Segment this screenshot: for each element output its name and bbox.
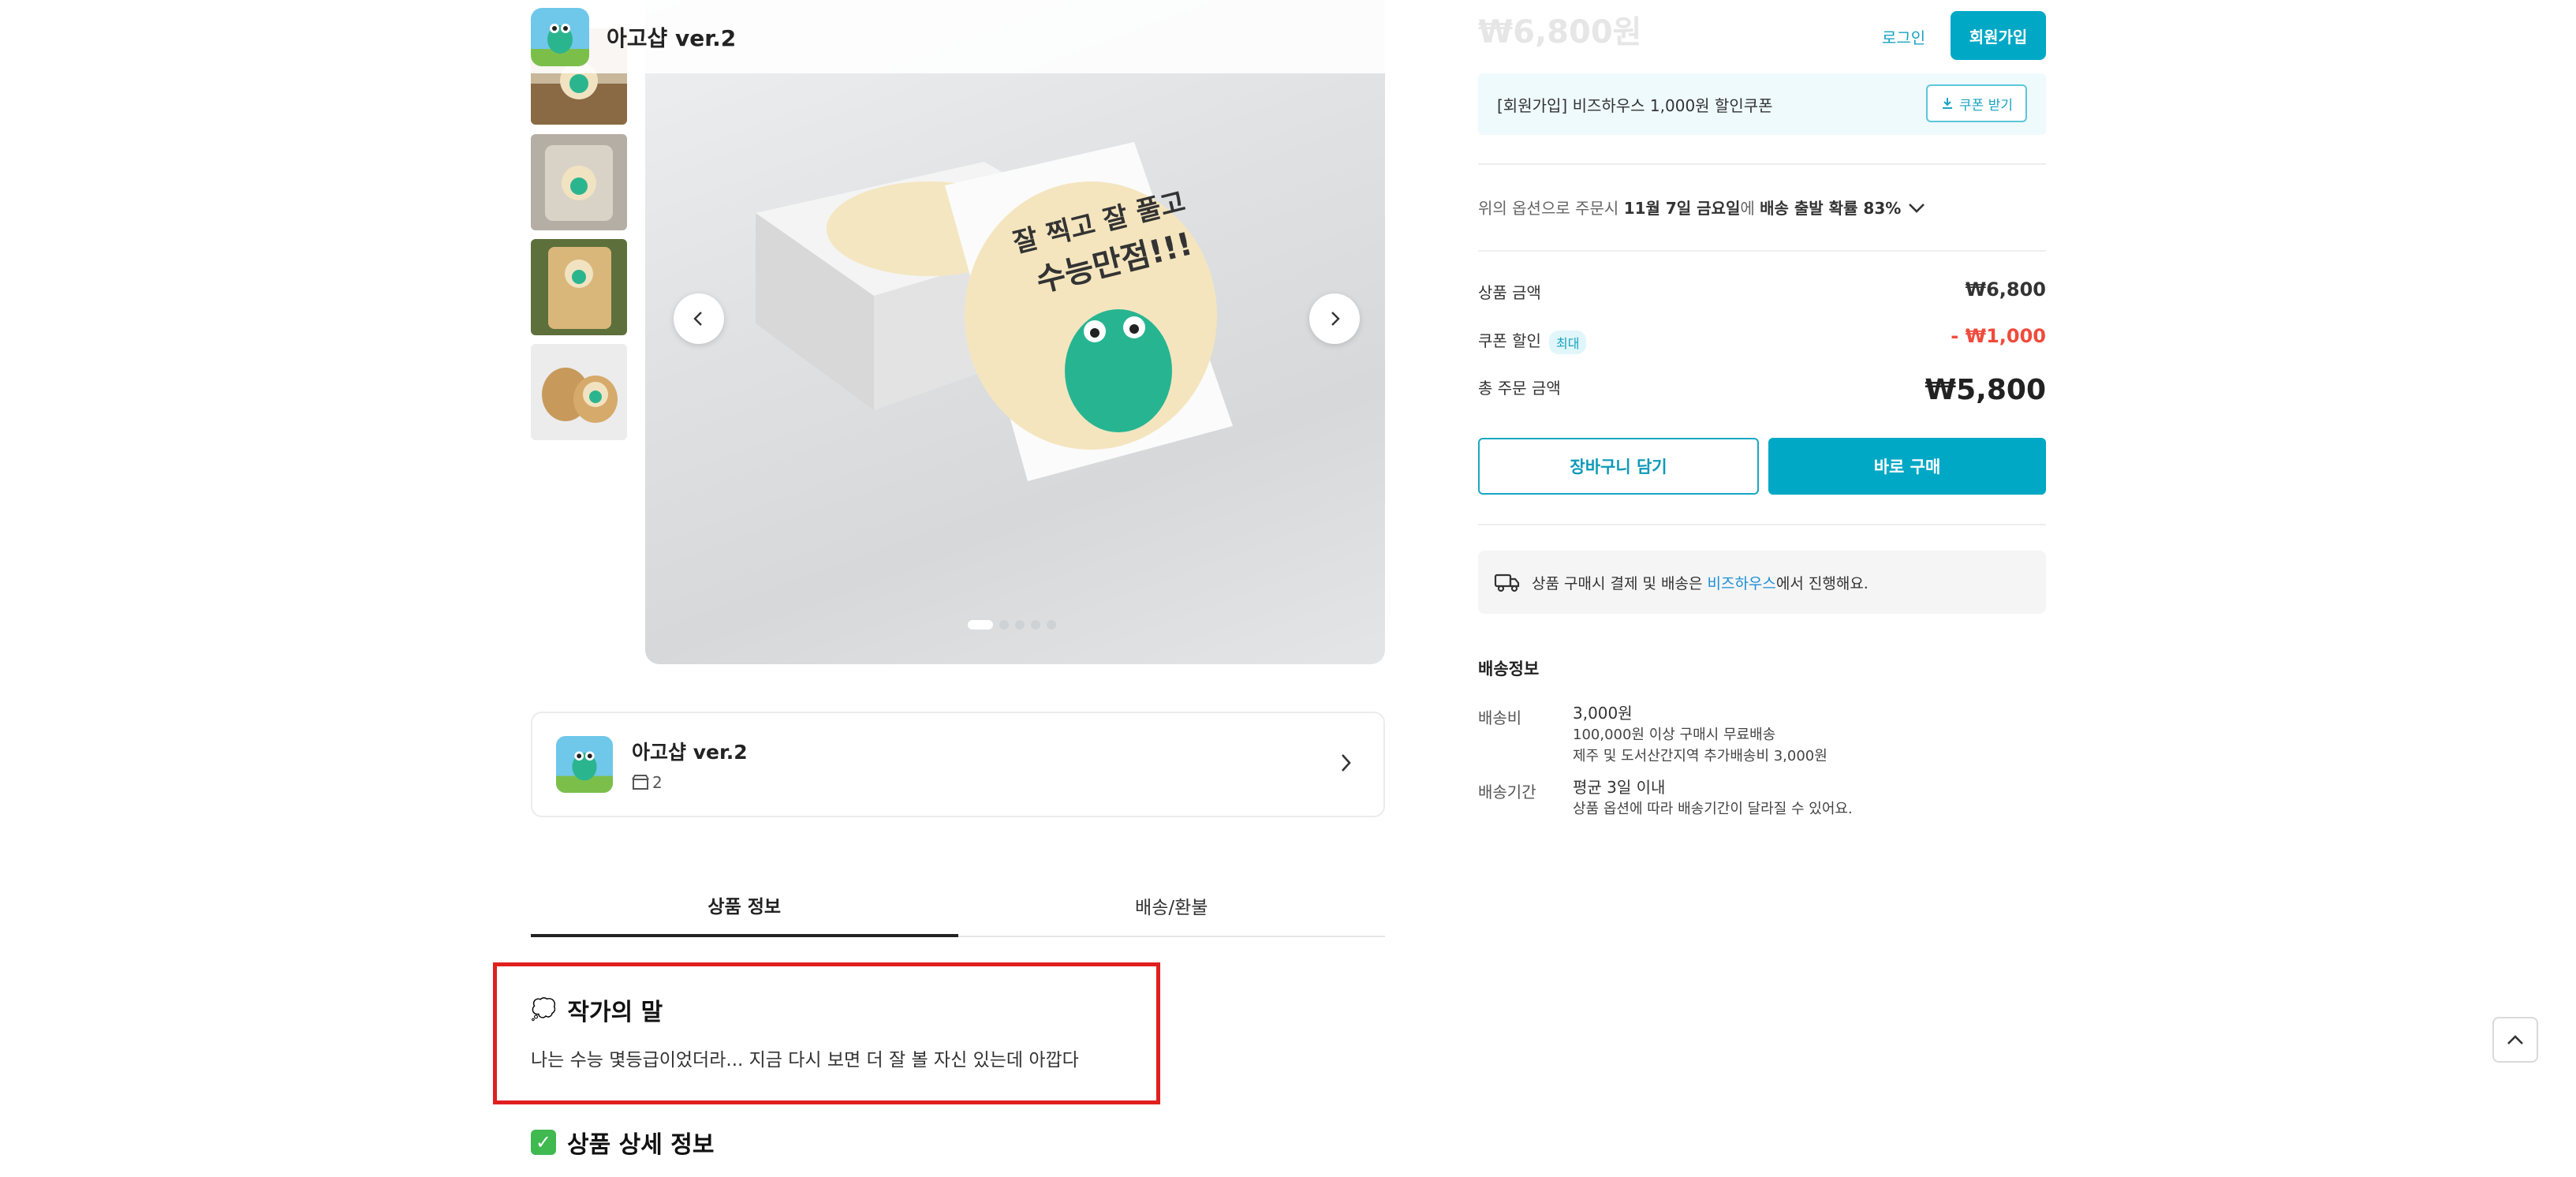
shipping-period-value: 평균 3일 이내 — [1573, 778, 1666, 797]
ship-estimate-prefix: 위의 옵션으로 주문시 — [1478, 199, 1624, 218]
shipping-fee-block: 3,000원 100,000원 이상 구매시 무료배송 제주 및 도서산간지역 … — [1573, 703, 1827, 767]
shop-card-product-count: 2 — [652, 773, 663, 792]
divider — [1478, 250, 2046, 252]
thumbnail-4[interactable] — [531, 344, 627, 440]
shipping-period-label: 배송기간 — [1478, 783, 1536, 801]
shipping-fee-note-1: 100,000원 이상 구매시 무료배송 — [1573, 727, 1776, 743]
tab-shipping-refund[interactable]: 배송/환불 — [958, 876, 1386, 936]
bizhouse-link[interactable]: 비즈하우스 — [1707, 575, 1775, 592]
thumbnail-3[interactable] — [531, 239, 627, 335]
pay-notice-prefix: 상품 구매시 결제 및 배송은 — [1532, 574, 1708, 592]
store-icon — [632, 775, 649, 790]
payment-notice: 상품 구매시 결제 및 배송은 비즈하우스에서 진행해요. — [1478, 551, 2046, 614]
pay-notice-suffix: 에서 진행해요. — [1775, 574, 1869, 592]
product-amount-label: 상품 금액 — [1478, 283, 1541, 302]
total-value: ₩5,800 — [1925, 374, 2046, 406]
shipping-fee-label: 배송비 — [1478, 708, 1522, 727]
highlight-box — [493, 962, 1160, 1104]
max-badge: 최대 — [1548, 330, 1587, 354]
shop-logo-icon[interactable] — [531, 7, 589, 66]
check-icon: ✓ — [531, 1130, 556, 1155]
artist-note-heading: 💭 작가의 말 — [531, 992, 663, 1027]
truck-icon — [1494, 574, 1520, 592]
shipping-fee-note-2: 제주 및 도서산간지역 추가배송비 3,000원 — [1573, 748, 1827, 764]
header-shop-name[interactable]: 아고샵 ver.2 — [607, 21, 736, 53]
chevron-right-icon — [1342, 754, 1351, 772]
shop-card-name: 아고샵 ver.2 — [632, 741, 748, 764]
total-label: 총 주문 금액 — [1478, 379, 1561, 398]
carousel-dot-5[interactable] — [1047, 620, 1056, 630]
thumbnail-2[interactable] — [531, 134, 627, 230]
coupon-discount-value: - ₩1,000 — [1951, 325, 2046, 347]
product-tabs: 상품 정보 배송/환불 — [531, 876, 1385, 937]
carousel-dot-2[interactable] — [999, 620, 1009, 630]
coupon-text: [회원가입] 비즈하우스 1,000원 할인쿠폰 — [1497, 95, 1773, 115]
product-amount-value: ₩6,800 — [1965, 278, 2046, 301]
carousel-prev-button[interactable] — [674, 293, 724, 344]
coupon-button-label: 쿠폰 받기 — [1959, 97, 2013, 114]
scroll-top-button[interactable] — [2492, 1017, 2538, 1063]
tab-product-info[interactable]: 상품 정보 — [531, 876, 958, 937]
chevron-right-icon — [1331, 312, 1340, 326]
scroll-top-icon — [2507, 1035, 2523, 1044]
carousel-dots — [968, 620, 1056, 630]
shipping-estimate[interactable]: 위의 옵션으로 주문시 11월 7일 금요일에 배송 출발 확률 83% — [1478, 196, 1926, 219]
divider — [1478, 524, 2046, 525]
page-header: 아고샵 ver.2 — [0, 0, 1385, 73]
artist-note-title: 작가의 말 — [567, 999, 663, 1026]
signup-button[interactable]: 회원가입 — [1951, 11, 2046, 60]
ship-estimate-mid: 에 — [1740, 199, 1760, 218]
artist-note-text: 나는 수능 몇등급이었더라... 지금 다시 보면 더 잘 볼 자신 있는데 아… — [531, 1050, 1079, 1071]
shipping-info-title: 배송정보 — [1478, 659, 1540, 678]
shipping-fee-value: 3,000원 — [1573, 704, 1633, 723]
chevron-down-icon — [1909, 203, 1925, 213]
login-link[interactable]: 로그인 — [1882, 25, 1925, 48]
carousel-dot-3[interactable] — [1015, 620, 1025, 630]
price-faded: ₩6,800원 — [1478, 14, 1642, 50]
ship-estimate-date: 11월 7일 금요일 — [1623, 199, 1741, 218]
download-icon — [1943, 98, 1953, 109]
coupon-discount-row: 쿠폰 할인 최대 — [1478, 328, 1587, 354]
shop-card[interactable]: 아고샵 ver.2 2 — [531, 712, 1385, 817]
ship-estimate-probability: 배송 출발 확률 83% — [1760, 199, 1902, 218]
shipping-period-block: 평균 3일 이내 상품 옵션에 따라 배송기간이 달라질 수 있어요. — [1573, 777, 1853, 820]
product-detail-heading: ✓ 상품 상세 정보 — [531, 1125, 715, 1160]
divider — [1478, 163, 2046, 165]
carousel-dot-1[interactable] — [968, 620, 993, 630]
carousel-next-button[interactable] — [1309, 293, 1360, 344]
product-main-image[interactable]: 잘 찍고 잘 풀고 수능만점!!! — [645, 0, 1385, 664]
coupon-download-button[interactable]: 쿠폰 받기 — [1926, 84, 2027, 122]
shop-card-logo-icon — [556, 736, 613, 793]
add-to-cart-button[interactable]: 장바구니 담기 — [1478, 438, 1759, 495]
buy-now-button[interactable]: 바로 구매 — [1768, 438, 2046, 495]
coupon-discount-label: 쿠폰 할인 — [1478, 331, 1541, 350]
carousel-dot-4[interactable] — [1031, 620, 1040, 630]
chevron-left-icon — [693, 312, 702, 326]
shipping-period-note: 상품 옵션에 따라 배송기간이 달라질 수 있어요. — [1573, 801, 1853, 817]
coupon-banner: [회원가입] 비즈하우스 1,000원 할인쿠폰 쿠폰 받기 — [1478, 73, 2046, 135]
product-detail-title: 상품 상세 정보 — [567, 1131, 715, 1159]
thought-bubble-icon: 💭 — [531, 998, 557, 1022]
